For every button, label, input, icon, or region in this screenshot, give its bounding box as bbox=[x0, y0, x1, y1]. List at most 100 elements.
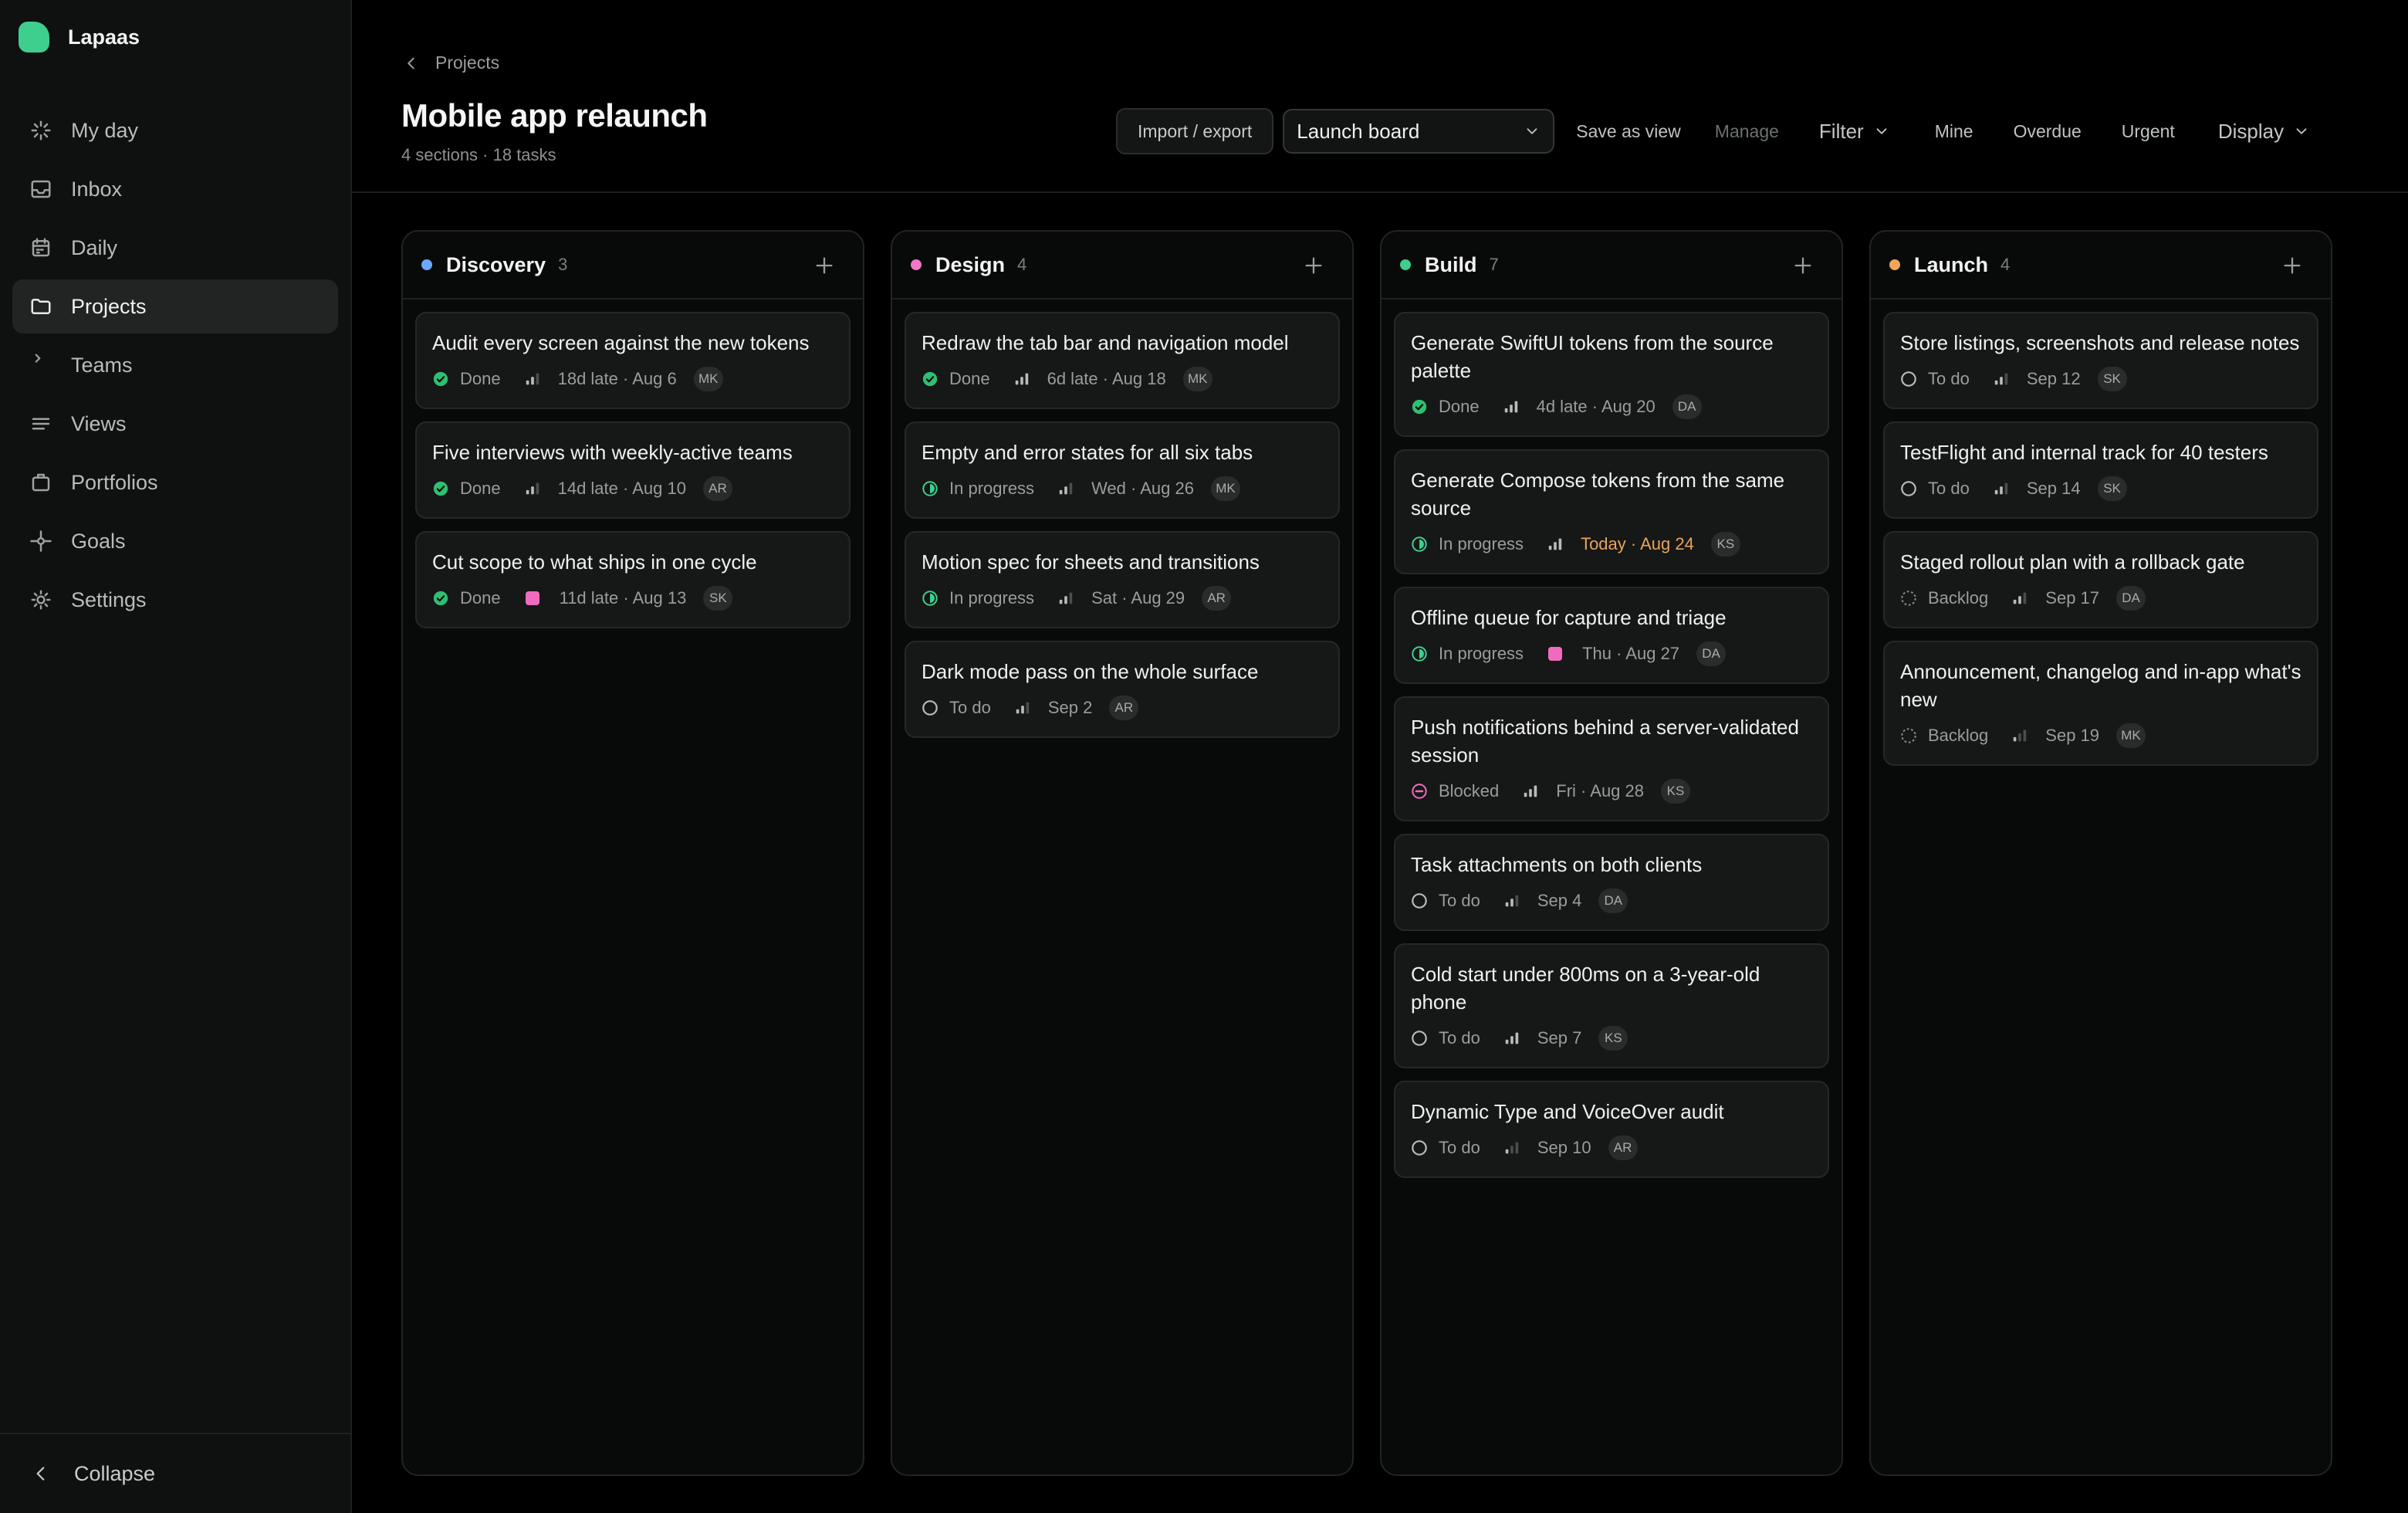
assignee-avatar[interactable]: MK bbox=[693, 367, 723, 391]
add-task-icon[interactable] bbox=[2281, 255, 2303, 276]
column-cards: Generate SwiftUI tokens from the source … bbox=[1382, 300, 1842, 1178]
task-meta: Backlog Sep 17 DA bbox=[1900, 585, 2301, 611]
view-select[interactable]: Launch board bbox=[1283, 109, 1555, 154]
add-task-icon[interactable] bbox=[813, 255, 835, 276]
task-card[interactable]: Announcement, changelog and in-app what'… bbox=[1883, 641, 2318, 766]
add-task-icon[interactable] bbox=[1792, 255, 1814, 276]
assignee-avatar[interactable]: KS bbox=[1598, 1026, 1628, 1051]
task-meta: To do Sep 12 SK bbox=[1900, 366, 2301, 392]
add-task-icon[interactable] bbox=[1303, 255, 1324, 276]
sidebar-item-projects[interactable]: Projects bbox=[12, 279, 338, 333]
assignee-avatar[interactable]: KS bbox=[1710, 532, 1740, 557]
brand[interactable]: Lapaas bbox=[19, 22, 140, 52]
assignee-avatar[interactable]: AR bbox=[1109, 696, 1139, 720]
column-discovery: Discovery 3 Audit every screen against t… bbox=[401, 230, 864, 1476]
mine-filter[interactable]: Mine bbox=[1935, 121, 1973, 142]
task-status: Done bbox=[460, 479, 501, 498]
assignee-avatar[interactable]: AR bbox=[1202, 586, 1232, 611]
manage-button[interactable]: Manage bbox=[1715, 121, 1779, 142]
task-meta: To do Sep 14 SK bbox=[1900, 476, 2301, 502]
priority-medium-icon bbox=[2014, 592, 2027, 604]
task-card[interactable]: Offline queue for capture and triage In … bbox=[1394, 587, 1829, 684]
assignee-avatar[interactable]: MK bbox=[1210, 476, 1240, 501]
save-as-view-button[interactable]: Save as view bbox=[1576, 121, 1681, 142]
assignee-avatar[interactable]: MK bbox=[1182, 367, 1212, 391]
column-design: Design 4 Redraw the tab bar and navigati… bbox=[891, 230, 1354, 1476]
task-due: Sat · Aug 29 bbox=[1091, 588, 1185, 608]
breadcrumb[interactable]: Projects bbox=[403, 52, 499, 73]
task-status: In progress bbox=[1439, 534, 1524, 553]
import-export-button[interactable]: Import / export bbox=[1116, 108, 1274, 154]
task-meta: In progress Thu · Aug 27 DA bbox=[1411, 641, 1812, 667]
assignee-avatar[interactable]: DA bbox=[1696, 641, 1727, 666]
status-todo-icon bbox=[1412, 1140, 1427, 1156]
assignee-avatar[interactable]: MK bbox=[2116, 723, 2146, 748]
column-color-dot bbox=[421, 259, 432, 270]
task-card[interactable]: Cold start under 800ms on a 3-year-old p… bbox=[1394, 943, 1829, 1068]
task-card[interactable]: Store listings, screenshots and release … bbox=[1883, 312, 2318, 409]
sidebar-item-inbox[interactable]: Inbox bbox=[12, 162, 338, 216]
sidebar-item-portfolios[interactable]: Portfolios bbox=[12, 455, 338, 509]
column-count: 4 bbox=[1017, 255, 1027, 274]
filter-button[interactable]: Filter bbox=[1819, 120, 1890, 144]
task-title: Staged rollout plan with a rollback gate bbox=[1900, 550, 2245, 574]
task-title: Five interviews with weekly-active teams bbox=[432, 441, 793, 464]
urgent-filter[interactable]: Urgent bbox=[2122, 121, 2175, 142]
assignee-avatar[interactable]: DA bbox=[1672, 394, 1702, 419]
task-card[interactable]: Task attachments on both clients To do S… bbox=[1394, 834, 1829, 931]
assignee-avatar[interactable]: DA bbox=[2116, 586, 2146, 611]
task-status: Done bbox=[1439, 397, 1480, 416]
assignee-avatar[interactable]: KS bbox=[1661, 779, 1690, 804]
collapse-button[interactable]: Collapse bbox=[0, 1433, 350, 1513]
task-due: Sep 2 bbox=[1047, 698, 1093, 717]
task-card[interactable]: Redraw the tab bar and navigation model … bbox=[905, 312, 1340, 409]
column-build: Build 7 Generate SwiftUI tokens from the… bbox=[1380, 230, 1843, 1476]
task-card[interactable]: Motion spec for sheets and transitions I… bbox=[905, 531, 1340, 628]
sidebar-nav: My day Inbox Daily Projects Teams Views … bbox=[12, 103, 338, 631]
status-done-icon bbox=[433, 371, 448, 387]
task-meta: Done 18d late · Aug 6 MK bbox=[432, 366, 834, 392]
sidebar-item-teams[interactable]: Teams bbox=[12, 338, 338, 392]
task-card[interactable]: TestFlight and internal track for 40 tes… bbox=[1883, 421, 2318, 519]
status-todo-icon bbox=[1901, 371, 1916, 387]
assignee-avatar[interactable]: SK bbox=[2097, 476, 2127, 501]
column-color-dot bbox=[1400, 259, 1411, 270]
overdue-filter[interactable]: Overdue bbox=[2014, 121, 2082, 142]
assignee-avatar[interactable]: SK bbox=[703, 586, 733, 611]
status-backlog-icon bbox=[1901, 591, 1916, 606]
task-card[interactable]: Dynamic Type and VoiceOver audit To do S… bbox=[1394, 1081, 1829, 1178]
assignee-avatar[interactable]: SK bbox=[2097, 367, 2127, 391]
task-meta: Done 14d late · Aug 10 AR bbox=[432, 476, 834, 502]
status-in-progress-icon bbox=[922, 481, 938, 496]
task-card[interactable]: Generate SwiftUI tokens from the source … bbox=[1394, 312, 1829, 437]
task-card[interactable]: Generate Compose tokens from the same so… bbox=[1394, 449, 1829, 574]
column-header: Launch 4 bbox=[1871, 232, 2331, 300]
task-card[interactable]: Push notifications behind a server-valid… bbox=[1394, 696, 1829, 821]
task-card[interactable]: Audit every screen against the new token… bbox=[415, 312, 851, 409]
sidebar-item-my-day[interactable]: My day bbox=[12, 103, 338, 157]
task-card[interactable]: Dark mode pass on the whole surface To d… bbox=[905, 641, 1340, 738]
assignee-avatar[interactable]: AR bbox=[1608, 1136, 1638, 1160]
task-meta: Done 11d late · Aug 13 SK bbox=[432, 585, 834, 611]
task-meta: In progress Sat · Aug 29 AR bbox=[922, 585, 1323, 611]
task-card[interactable]: Five interviews with weekly-active teams… bbox=[415, 421, 851, 519]
task-status: Blocked bbox=[1439, 781, 1500, 801]
task-card[interactable]: Cut scope to what ships in one cycle Don… bbox=[415, 531, 851, 628]
sidebar-item-settings[interactable]: Settings bbox=[12, 573, 338, 627]
sidebar-item-label: Daily bbox=[71, 235, 118, 259]
sidebar-item-views[interactable]: Views bbox=[12, 397, 338, 451]
view-select-value: Launch board bbox=[1297, 119, 1420, 143]
sidebar-item-goals[interactable]: Goals bbox=[12, 514, 338, 568]
chevron-left-icon bbox=[408, 57, 414, 69]
sidebar-item-daily[interactable]: Daily bbox=[12, 221, 338, 275]
task-meta: In progress Wed · Aug 26 MK bbox=[922, 476, 1323, 502]
display-button[interactable]: Display bbox=[2218, 120, 2310, 144]
task-due: Sep 7 bbox=[1537, 1028, 1582, 1048]
breadcrumb-projects: Projects bbox=[435, 52, 500, 73]
assignee-avatar[interactable]: AR bbox=[702, 476, 732, 501]
column-count: 3 bbox=[558, 255, 568, 274]
task-card[interactable]: Empty and error states for all six tabs … bbox=[905, 421, 1340, 519]
task-title: TestFlight and internal track for 40 tes… bbox=[1900, 441, 2268, 464]
task-card[interactable]: Staged rollout plan with a rollback gate… bbox=[1883, 531, 2318, 628]
assignee-avatar[interactable]: DA bbox=[1598, 889, 1628, 913]
